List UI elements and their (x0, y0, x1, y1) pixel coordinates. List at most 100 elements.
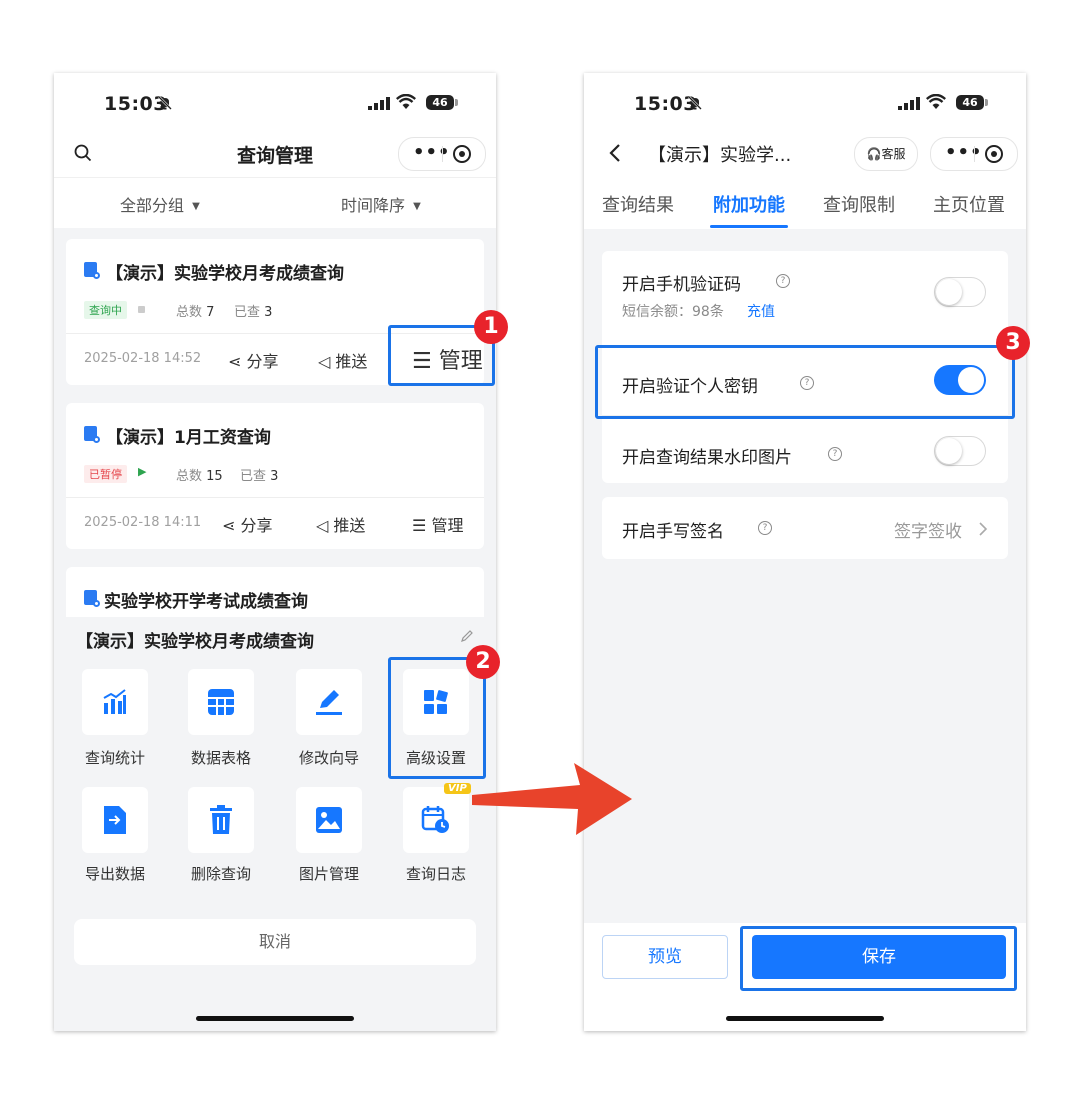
filter-group-label: 全部分组 (120, 196, 185, 215)
signal-icon (368, 97, 390, 110)
tile-delete-query[interactable] (188, 787, 254, 853)
more-icon[interactable]: ••• (945, 142, 983, 163)
tile-label: 修改向导 (298, 749, 359, 767)
pen-icon (316, 690, 342, 715)
chevron-right-icon (979, 522, 988, 536)
query-doc-icon (84, 590, 100, 607)
share-button[interactable]: ⋖ 分享 (228, 348, 279, 372)
tile-query-log[interactable] (403, 787, 469, 853)
filter-sort-dropdown[interactable]: 时间降序 ▼ (341, 192, 421, 216)
query-card-title: 【演示】1月工资查询 (106, 428, 271, 448)
home-indicator (196, 1016, 354, 1021)
table-icon (208, 689, 234, 715)
signature-row[interactable]: 开启手写签名 ? 签字签收 (602, 497, 1008, 559)
tile-label: 数据表格 (190, 749, 251, 767)
customer-service-button[interactable]: 🎧客服 (854, 137, 918, 171)
cancel-button[interactable]: 取消 (74, 919, 476, 965)
tab-homepage-position[interactable]: 主页位置 (933, 191, 1005, 217)
preview-button[interactable]: 预览 (602, 935, 728, 979)
tile-label: 删除查询 (190, 865, 251, 883)
edit-icon[interactable] (460, 629, 474, 643)
tile-label: 查询日志 (405, 865, 466, 883)
share-icon: ⋖ (228, 352, 242, 371)
export-file-icon (104, 806, 126, 834)
settings-tabs: 查询结果 附加功能 查询限制 主页位置 (584, 177, 1026, 229)
help-icon[interactable]: ? (758, 521, 772, 535)
share-button[interactable]: ⋖ 分享 (222, 512, 273, 536)
page-title: 【演示】实验学... (648, 145, 792, 166)
status-badge: 已暂停 (84, 465, 127, 483)
trash-icon (210, 805, 232, 834)
close-miniapp-icon[interactable] (985, 145, 1003, 163)
highlight-box-save (740, 926, 1017, 991)
query-card-title: 实验学校开学考试成绩查询 (104, 592, 308, 612)
push-button[interactable]: ◁ 推送 (318, 348, 367, 372)
menu-icon: ☰ (412, 516, 427, 535)
sms-verify-label: 开启手机验证码 (622, 275, 741, 295)
tile-label: 查询统计 (84, 749, 145, 767)
play-icon[interactable]: ▶ (138, 465, 146, 478)
back-chevron-icon[interactable] (608, 143, 622, 163)
card-date: 2025-02-18 14:11 (84, 515, 202, 530)
headset-icon: 🎧 (866, 147, 882, 161)
tile-edit-wizard[interactable] (296, 669, 362, 735)
queried-count: 已查 3 (234, 305, 273, 320)
tile-image-management[interactable] (296, 787, 362, 853)
query-doc-icon (84, 262, 100, 279)
close-miniapp-icon[interactable] (453, 145, 471, 163)
nav-header: 查询管理 ••• (54, 131, 496, 177)
manage-button[interactable]: ☰ 管理 (412, 512, 463, 536)
tab-query-results[interactable]: 查询结果 (602, 191, 674, 217)
wifi-icon (926, 94, 946, 109)
calendar-clock-icon (421, 806, 449, 833)
signal-icon (898, 97, 920, 110)
battery-icon: 46 (426, 95, 458, 110)
recharge-link[interactable]: 充值 (747, 301, 775, 321)
miniapp-capsule[interactable]: ••• (930, 137, 1018, 171)
help-icon[interactable]: ? (776, 274, 790, 288)
tab-query-limits[interactable]: 查询限制 (823, 191, 895, 217)
step-marker-2: 2 (466, 645, 500, 679)
highlight-box-personal-key (595, 345, 1015, 419)
help-icon[interactable]: ? (828, 447, 842, 461)
capsule-divider (974, 146, 975, 162)
signature-value: 签字签收 (894, 522, 962, 542)
watermark-toggle[interactable] (934, 436, 986, 466)
nav-header: 【演示】实验学... 🎧客服 ••• (584, 131, 1026, 177)
arrow-right-icon (472, 763, 632, 835)
tile-label: 导出数据 (84, 865, 145, 883)
more-icon[interactable]: ••• (413, 142, 451, 163)
sms-balance: 短信余额：98条 (622, 304, 724, 320)
queried-count: 已查 3 (240, 469, 279, 484)
image-icon (316, 807, 342, 833)
tile-query-stats[interactable] (82, 669, 148, 735)
bell-muted-icon (688, 96, 702, 110)
card-date: 2025-02-18 14:52 (84, 351, 202, 366)
battery-icon: 46 (956, 95, 988, 110)
tile-export-data[interactable] (82, 787, 148, 853)
tab-extra-features[interactable]: 附加功能 (713, 191, 785, 217)
step-marker-1: 1 (474, 310, 508, 344)
wifi-icon (396, 94, 416, 109)
home-indicator (726, 1016, 884, 1021)
sms-verify-toggle[interactable] (934, 277, 986, 307)
status-bar: 15:03 46 (584, 73, 1026, 131)
filter-group-dropdown[interactable]: 全部分组 ▼ (120, 192, 200, 216)
share-icon: ⋖ (222, 516, 236, 535)
tile-data-table[interactable] (188, 669, 254, 735)
send-icon: ◁ (318, 352, 331, 371)
query-card[interactable]: 【演示】1月工资查询 已暂停 ▶ 总数 15 已查 3 2025-02-18 1… (66, 403, 484, 549)
filter-bar: 全部分组 ▼ 时间降序 ▼ (54, 177, 496, 228)
pause-icon[interactable] (138, 306, 145, 313)
signature-label: 开启手写签名 (622, 522, 724, 542)
step-marker-3: 3 (996, 326, 1030, 360)
card-divider (66, 497, 484, 498)
active-tab-underline (710, 225, 788, 228)
status-bar: 15:03 46 (54, 73, 496, 131)
phone-screen-query-management: 15:03 46 查询管理 ••• 全部分组 ▼ 时间降序 ▼ 【演示】实验学校… (54, 73, 496, 1031)
sheet-title: 【演示】实验学校月考成绩查询 (76, 632, 314, 652)
push-button[interactable]: ◁ 推送 (316, 512, 365, 536)
caret-down-icon: ▼ (192, 201, 200, 212)
miniapp-capsule[interactable]: ••• (398, 137, 486, 171)
filter-sort-label: 时间降序 (341, 196, 406, 215)
